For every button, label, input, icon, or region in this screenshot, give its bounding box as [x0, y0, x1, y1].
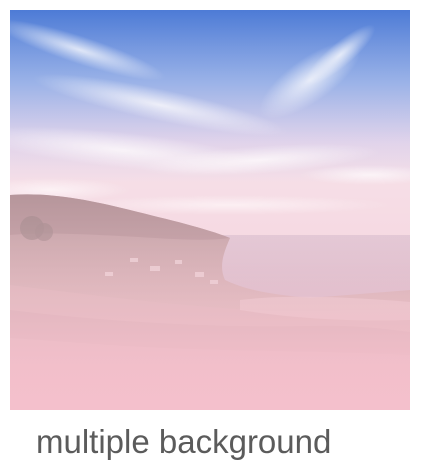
caption-label: multiple background	[36, 423, 332, 460]
background-card	[10, 10, 410, 410]
landscape-photo	[10, 10, 410, 410]
